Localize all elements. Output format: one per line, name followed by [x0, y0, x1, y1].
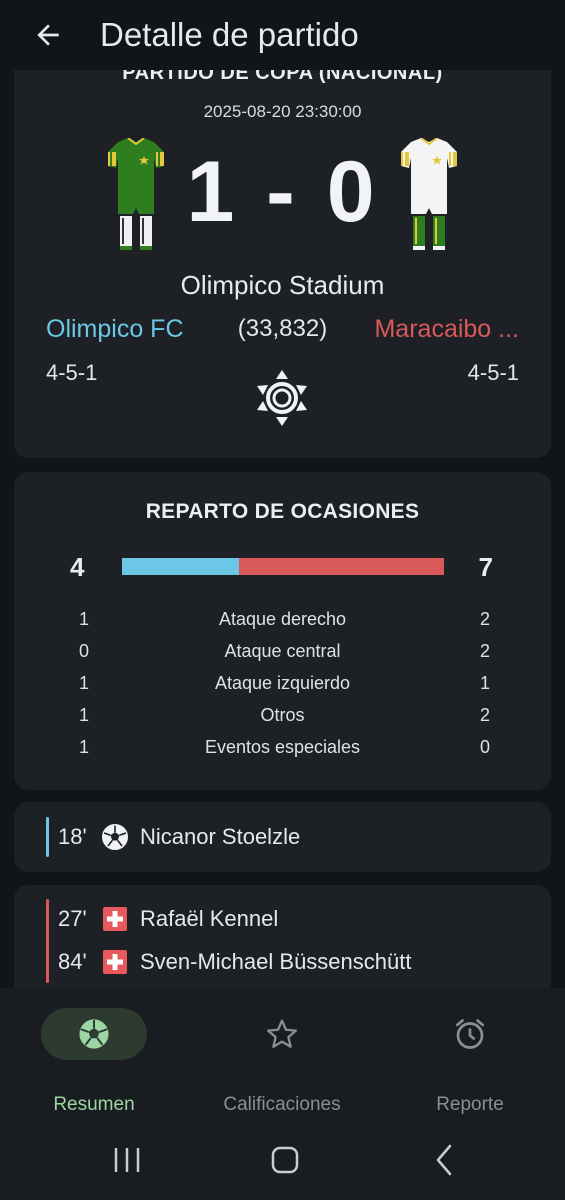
nav-label: Calificaciones	[223, 1094, 341, 1115]
soccer-ball-icon	[100, 822, 130, 852]
injury-cross-icon	[100, 904, 130, 934]
alarm-clock-icon	[455, 1019, 485, 1049]
home-events-card: 18' Nicanor Stoelzle	[14, 802, 551, 872]
arrow-left-icon[interactable]	[20, 7, 76, 63]
away-formation: 4-5-1	[467, 360, 519, 385]
nav-label: Resumen	[53, 1094, 135, 1115]
chance-row: 1 Otros 2	[78, 705, 490, 725]
away-share-fill	[239, 558, 444, 575]
nav-calificaciones[interactable]: Calificaciones	[188, 1006, 376, 1115]
chance-row: 1 Ataque izquierdo 1	[78, 673, 490, 693]
away-chances-total: 7	[478, 552, 493, 582]
event-row[interactable]: 27' Rafaël Kennel	[58, 899, 278, 939]
match-score: 1 - 0	[186, 144, 379, 240]
match-header-card: PARTIDO DE COPA (NACIONAL) 2025-08-20 23…	[14, 70, 551, 458]
nav-resumen-pill[interactable]	[41, 1008, 147, 1060]
nav-label: Reporte	[436, 1094, 504, 1115]
page-title: Detalle de partido	[100, 16, 359, 53]
home-events-marker	[46, 817, 49, 857]
chances-share-bar	[122, 558, 444, 575]
soccer-ball-icon	[79, 1019, 109, 1049]
away-events-marker	[46, 899, 49, 983]
system-back-icon[interactable]	[436, 1144, 452, 1176]
nav-calificaciones-pill[interactable]	[229, 1008, 335, 1060]
event-row[interactable]: 18' Nicanor Stoelzle	[58, 817, 300, 857]
event-minute: 84'	[58, 949, 87, 974]
home-icon[interactable]	[271, 1146, 299, 1174]
match-detail-content[interactable]: PARTIDO DE COPA (NACIONAL) 2025-08-20 23…	[0, 70, 565, 988]
competition-label: PARTIDO DE COPA (NACIONAL)	[122, 70, 443, 84]
chance-row: 0 Ataque central 2	[78, 641, 490, 661]
away-events-card: 27' Rafaël Kennel 84' Sven-Michael Büsse…	[14, 885, 551, 988]
event-row[interactable]: 84' Sven-Michael Büssenschütt	[58, 942, 411, 982]
system-navigation-bar	[114, 1144, 452, 1176]
chances-title: REPARTO DE OCASIONES	[145, 500, 420, 523]
event-player: Rafaël Kennel	[140, 906, 279, 931]
sunny-icon	[257, 370, 307, 426]
chances-breakdown: 1 Ataque derecho 2 0 Ataque central 2 1 …	[14, 605, 551, 765]
event-minute: 27'	[58, 906, 87, 931]
nav-resumen[interactable]: Resumen	[0, 1006, 188, 1115]
stadium-name: Olimpico Stadium	[180, 270, 385, 300]
event-player: Sven-Michael Büssenschütt	[140, 949, 412, 974]
recents-icon[interactable]	[114, 1148, 140, 1172]
star-icon	[266, 1019, 298, 1048]
nav-reporte-pill[interactable]	[417, 1008, 523, 1060]
chances-card: REPARTO DE OCASIONES 4 7 1 Ataque derech…	[14, 472, 551, 790]
home-formation: 4-5-1	[46, 360, 98, 385]
event-minute: 18'	[58, 824, 87, 849]
home-chances-total: 4	[70, 552, 85, 582]
injury-cross-icon	[100, 947, 130, 977]
away-team-name[interactable]: Maracaibo ...	[374, 315, 519, 344]
nav-reporte[interactable]: Reporte	[376, 1006, 564, 1115]
match-datetime: 2025-08-20 23:30:00	[203, 102, 362, 121]
chance-row: 1 Ataque derecho 2	[78, 609, 490, 629]
home-share-fill	[122, 558, 240, 575]
chance-row: 1 Eventos especiales 0	[78, 737, 490, 757]
app-bar: Detalle de partido	[0, 0, 565, 70]
event-player: Nicanor Stoelzle	[140, 824, 301, 849]
away-kit-icon	[401, 138, 457, 250]
